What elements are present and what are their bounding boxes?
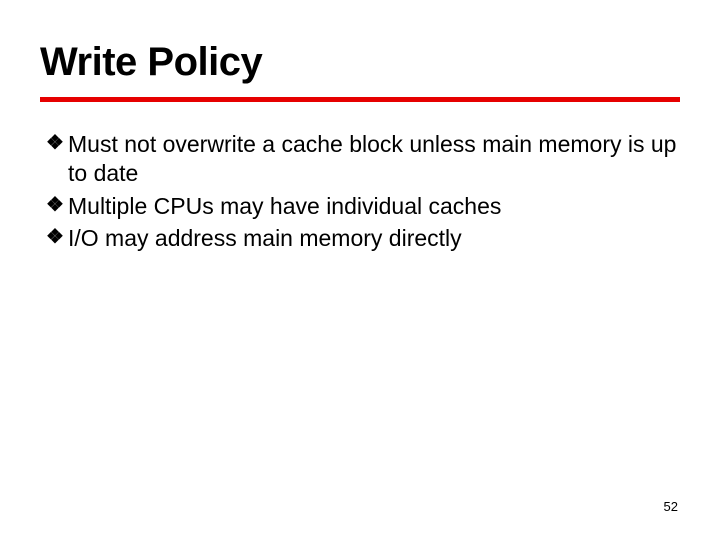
list-item: ❖ I/O may address main memory directly [46, 224, 680, 253]
list-item: ❖ Must not overwrite a cache block unles… [46, 130, 680, 188]
bullet-text: I/O may address main memory directly [68, 224, 680, 253]
bullet-text: Must not overwrite a cache block unless … [68, 130, 680, 188]
bullet-list: ❖ Must not overwrite a cache block unles… [40, 130, 680, 253]
dingbat-icon: ❖ [46, 224, 68, 250]
dingbat-icon: ❖ [46, 130, 68, 156]
list-item: ❖ Multiple CPUs may have individual cach… [46, 192, 680, 221]
slide: Write Policy ❖ Must not overwrite a cach… [0, 0, 720, 540]
bullet-text: Multiple CPUs may have individual caches [68, 192, 680, 221]
dingbat-icon: ❖ [46, 192, 68, 218]
slide-title: Write Policy [40, 40, 680, 85]
page-number: 52 [664, 499, 678, 514]
title-underline [40, 97, 680, 102]
